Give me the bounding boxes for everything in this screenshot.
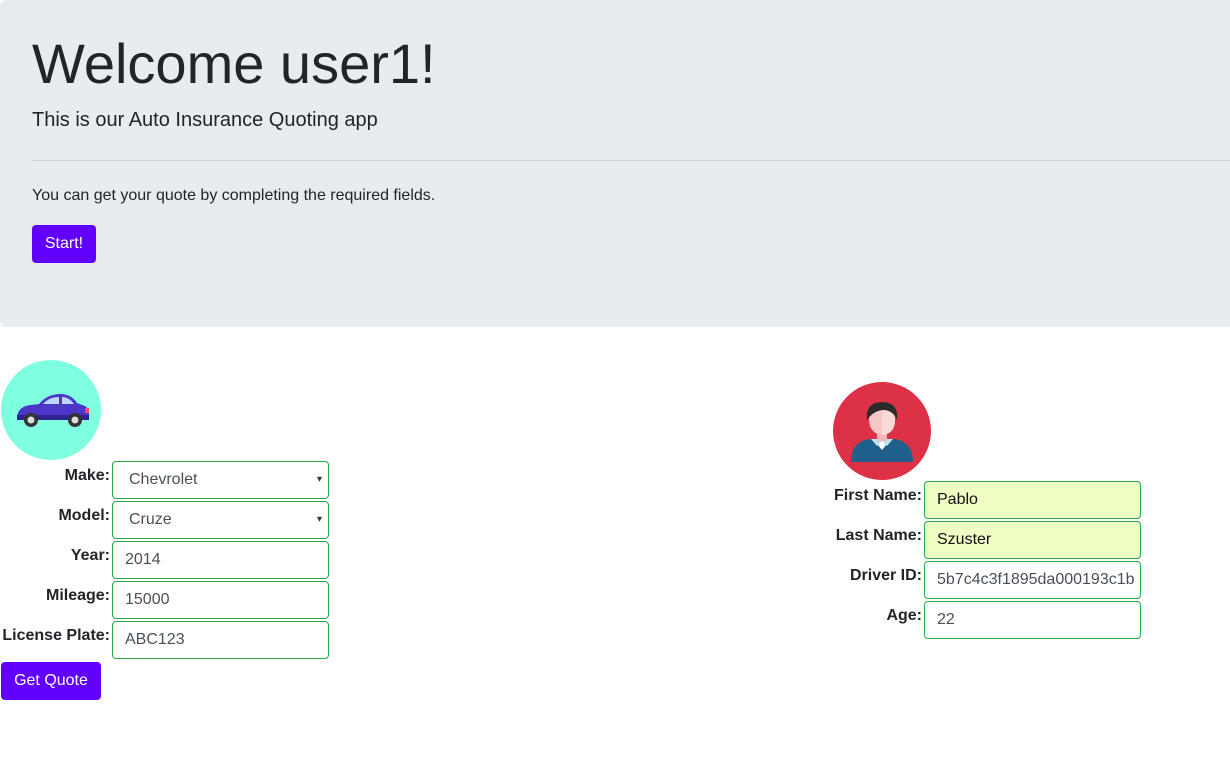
first-name-label: First Name:: [833, 487, 922, 504]
lead-text: This is our Auto Insurance Quoting app: [32, 109, 378, 131]
model-select[interactable]: Cruze ▾: [112, 501, 329, 539]
year-label: Year:: [70, 547, 110, 564]
first-name-input[interactable]: Pablo: [924, 481, 1141, 519]
last-name-input[interactable]: Szuster: [924, 521, 1141, 559]
model-label: Model:: [58, 507, 110, 524]
age-input[interactable]: 22: [924, 601, 1141, 639]
chevron-down-icon: ▾: [316, 474, 322, 485]
make-select[interactable]: Chevrolet ▾: [112, 461, 329, 499]
start-button[interactable]: Start!: [32, 225, 96, 263]
page-title: Welcome user1!: [32, 32, 436, 95]
instructions-text: You can get your quote by completing the…: [32, 187, 436, 204]
model-value: Cruze: [129, 511, 172, 528]
license-plate-input[interactable]: ABC123: [112, 621, 329, 659]
license-plate-label: License Plate:: [2, 627, 110, 644]
jumbotron: Welcome user1! This is our Auto Insuranc…: [0, 0, 1230, 327]
chevron-down-icon: ▾: [316, 514, 322, 525]
mileage-label: Mileage:: [45, 587, 110, 604]
year-input[interactable]: 2014: [112, 541, 329, 579]
make-label: Make:: [64, 467, 110, 484]
person-avatar-icon: [833, 382, 931, 480]
driver-id-input[interactable]: 5b7c4c3f1895da000193c1b: [924, 561, 1141, 599]
make-value: Chevrolet: [129, 471, 198, 488]
last-name-label: Last Name:: [835, 527, 922, 544]
mileage-input[interactable]: 15000: [112, 581, 329, 619]
get-quote-button[interactable]: Get Quote: [1, 662, 101, 700]
driver-id-label: Driver ID:: [849, 567, 922, 584]
age-label: Age:: [886, 607, 922, 624]
car-icon: [1, 360, 101, 460]
divider: [32, 160, 1230, 161]
